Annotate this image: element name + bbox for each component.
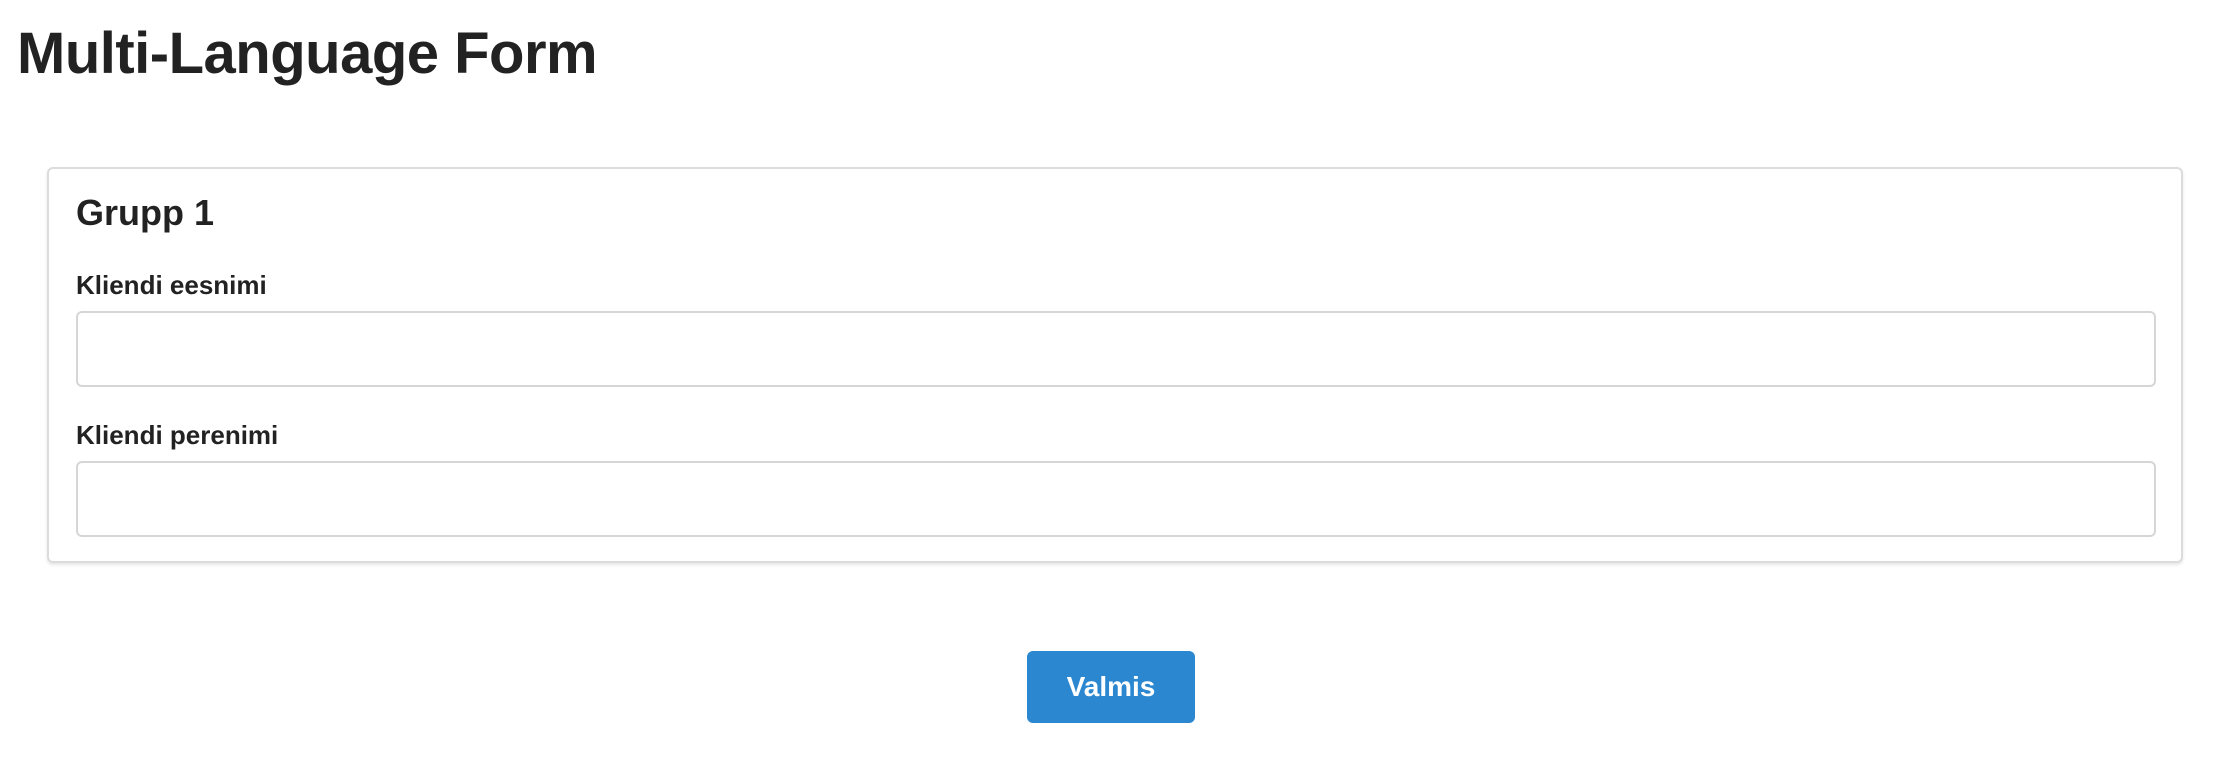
last-name-label: Kliendi perenimi <box>76 420 279 450</box>
first-name-input[interactable] <box>76 311 2156 387</box>
group-panel: Grupp 1 Kliendi eesnimi Kliendi perenimi <box>47 167 2183 563</box>
submit-button[interactable]: Valmis <box>1027 651 1195 723</box>
group-title: Grupp 1 <box>76 192 215 233</box>
form-page: Multi-Language Form Grupp 1 Kliendi eesn… <box>0 0 2228 770</box>
first-name-label: Kliendi eesnimi <box>76 270 267 300</box>
last-name-input[interactable] <box>76 461 2156 537</box>
page-title: Multi-Language Form <box>17 21 598 86</box>
